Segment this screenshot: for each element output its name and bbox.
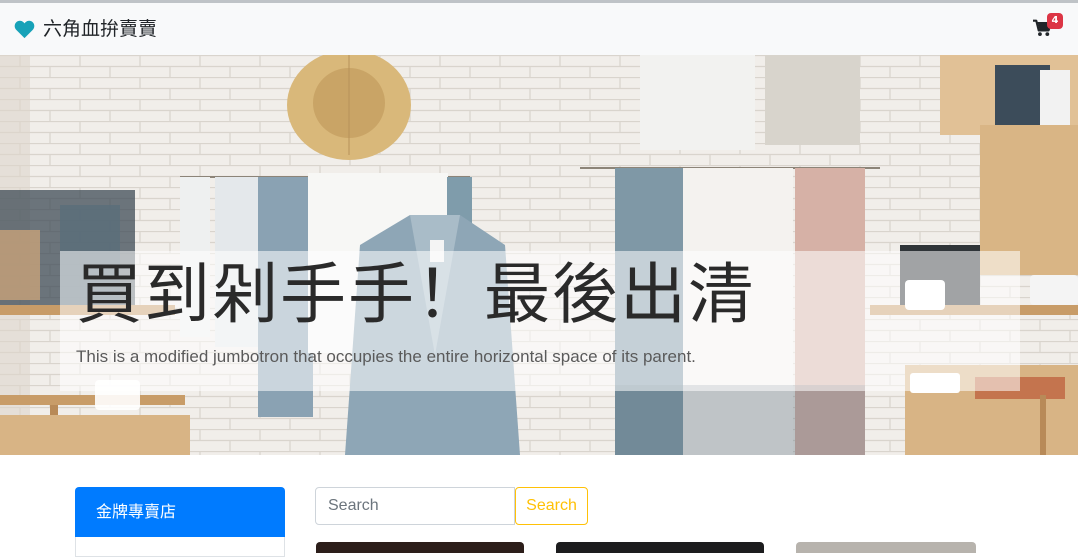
hero-title: 買到剁手手！最後出清 xyxy=(76,256,756,333)
heart-icon xyxy=(14,20,35,39)
brand-name: 六角血拚賣賣 xyxy=(43,17,158,40)
product-card-thumbnail[interactable] xyxy=(556,542,764,553)
product-card-thumbnail[interactable] xyxy=(316,542,524,553)
hero-jumbotron: 買到剁手手！最後出清 This is a modified jumbotron … xyxy=(0,55,1078,455)
hero-caption-box: 買到剁手手！最後出清 This is a modified jumbotron … xyxy=(60,251,1020,391)
search-button[interactable]: Search xyxy=(515,487,588,525)
search-input[interactable] xyxy=(315,487,515,525)
cart-button[interactable]: 4 xyxy=(1032,13,1063,41)
cart-count-badge: 4 xyxy=(1047,13,1063,29)
sidebar-item-next[interactable] xyxy=(75,537,285,557)
hero-lead-text: This is a modified jumbotron that occupi… xyxy=(76,347,696,366)
product-card-thumbnail[interactable] xyxy=(796,542,976,553)
navbar: 六角血拚賣賣 4 xyxy=(0,3,1078,55)
sidebar-item-gold-store[interactable]: 金牌專賣店 xyxy=(75,487,285,537)
brand-link[interactable]: 六角血拚賣賣 xyxy=(14,15,157,43)
